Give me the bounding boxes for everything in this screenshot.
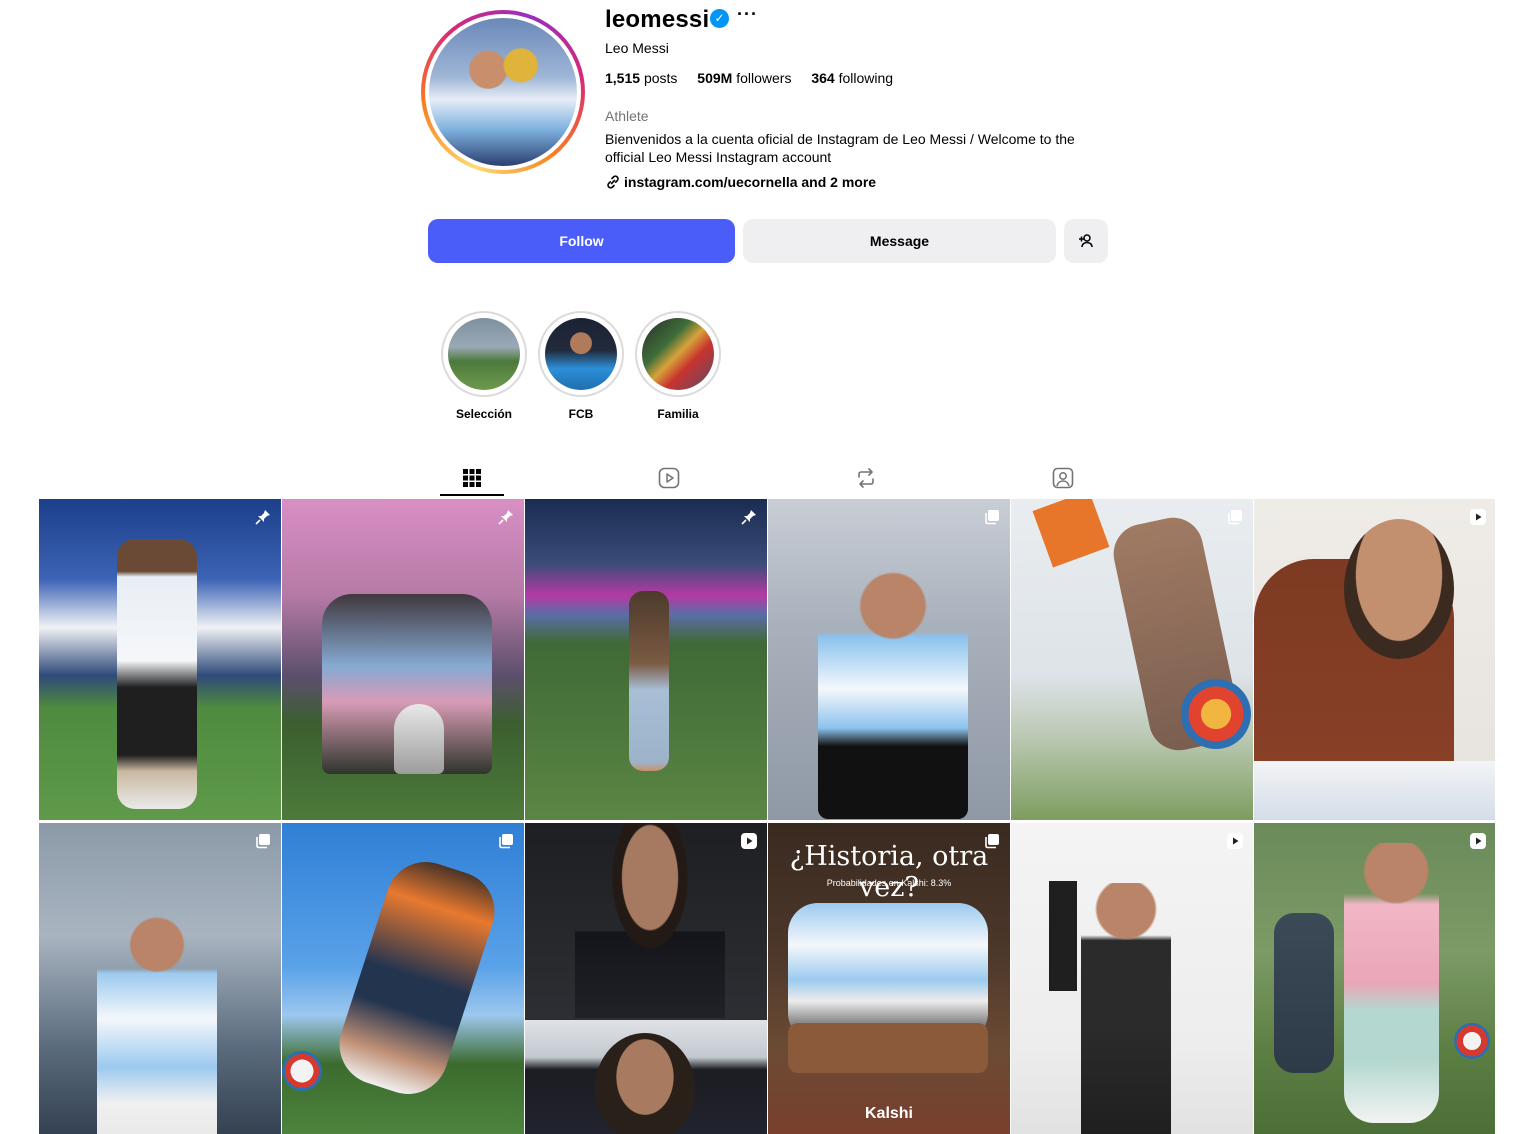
pinned-icon (496, 507, 516, 527)
avatar-photo (429, 18, 577, 166)
profile-category: Athlete (605, 108, 649, 124)
reposts-icon (858, 468, 874, 488)
link-icon (607, 175, 619, 189)
highlight-cover (545, 318, 617, 390)
highlight-label: Selección (455, 407, 513, 421)
post-thumbnail[interactable] (39, 499, 281, 820)
profile-stats: 1,515 posts 509M followers 364 following (605, 70, 909, 86)
add-user-icon (1079, 234, 1093, 248)
posts-stat: 1,515 posts (605, 70, 678, 86)
more-options-icon[interactable]: ··· (737, 4, 758, 25)
post-thumbnail[interactable] (1011, 499, 1253, 820)
reel-icon (1468, 831, 1488, 851)
pinned-icon (253, 507, 273, 527)
following-stat[interactable]: 364 following (811, 70, 893, 86)
profile-avatar[interactable] (421, 10, 585, 174)
post-thumbnail[interactable] (768, 499, 1010, 820)
highlight-cover (448, 318, 520, 390)
carousel-icon (496, 831, 516, 851)
post-thumbnail[interactable] (525, 499, 767, 820)
post-thumbnail[interactable] (282, 499, 524, 820)
profile-bio: Bienvenidos a la cuenta oficial de Insta… (605, 131, 1075, 165)
tab-posts[interactable] (440, 460, 504, 496)
highlight-seleccion[interactable]: Selección (441, 311, 527, 421)
carousel-icon (982, 831, 1002, 851)
profile-username: leomessi (605, 6, 710, 33)
reel-icon (1468, 507, 1488, 527)
post-thumbnail[interactable] (1011, 823, 1253, 1134)
posts-grid: ¿Historia, otra vez? Probabilidades en K… (39, 499, 1495, 1134)
reel-icon (739, 831, 759, 851)
post-thumbnail[interactable] (39, 823, 281, 1134)
tab-reposts[interactable] (834, 460, 898, 496)
highlight-familia[interactable]: Familia (635, 311, 721, 421)
post-thumbnail[interactable] (282, 823, 524, 1134)
active-tab-indicator (440, 494, 504, 496)
posts-grid-icon (463, 469, 481, 487)
post-overlay-brand: Kalshi (864, 1105, 913, 1122)
highlight-cover (642, 318, 714, 390)
carousel-icon (1225, 507, 1245, 527)
profile-link[interactable]: instagram.com/uecornella and 2 more (605, 174, 876, 190)
post-overlay-title: ¿Historia, otra vez? (789, 841, 989, 903)
post-overlay-subtitle: Probabilidades en Kalshi: 8.3% (826, 878, 952, 888)
highlight-fcb[interactable]: FCB (538, 311, 624, 421)
post-thumbnail[interactable] (1254, 499, 1495, 820)
post-thumbnail[interactable] (1254, 823, 1495, 1134)
reel-icon (1225, 831, 1245, 851)
highlight-label: Familia (657, 407, 699, 421)
post-thumbnail[interactable]: ¿Historia, otra vez? Probabilidades en K… (768, 823, 1010, 1134)
reels-icon (658, 467, 680, 489)
follow-button[interactable]: Follow (428, 219, 735, 263)
message-button[interactable]: Message (743, 219, 1056, 263)
carousel-icon (253, 831, 273, 851)
pinned-icon (739, 507, 759, 527)
highlight-label: FCB (568, 407, 594, 421)
followers-stat[interactable]: 509M followers (697, 70, 791, 86)
profile-link-text[interactable]: instagram.com/uecornella and 2 more (624, 174, 876, 190)
suggested-users-button[interactable] (1064, 219, 1108, 263)
tagged-icon (1052, 467, 1074, 489)
profile-full-name: Leo Messi (605, 40, 669, 56)
tab-tagged[interactable] (1031, 460, 1095, 496)
verified-badge-icon: ✓ (710, 9, 729, 28)
post-thumbnail[interactable] (525, 823, 767, 1134)
tab-reels[interactable] (637, 460, 701, 496)
carousel-icon (982, 507, 1002, 527)
